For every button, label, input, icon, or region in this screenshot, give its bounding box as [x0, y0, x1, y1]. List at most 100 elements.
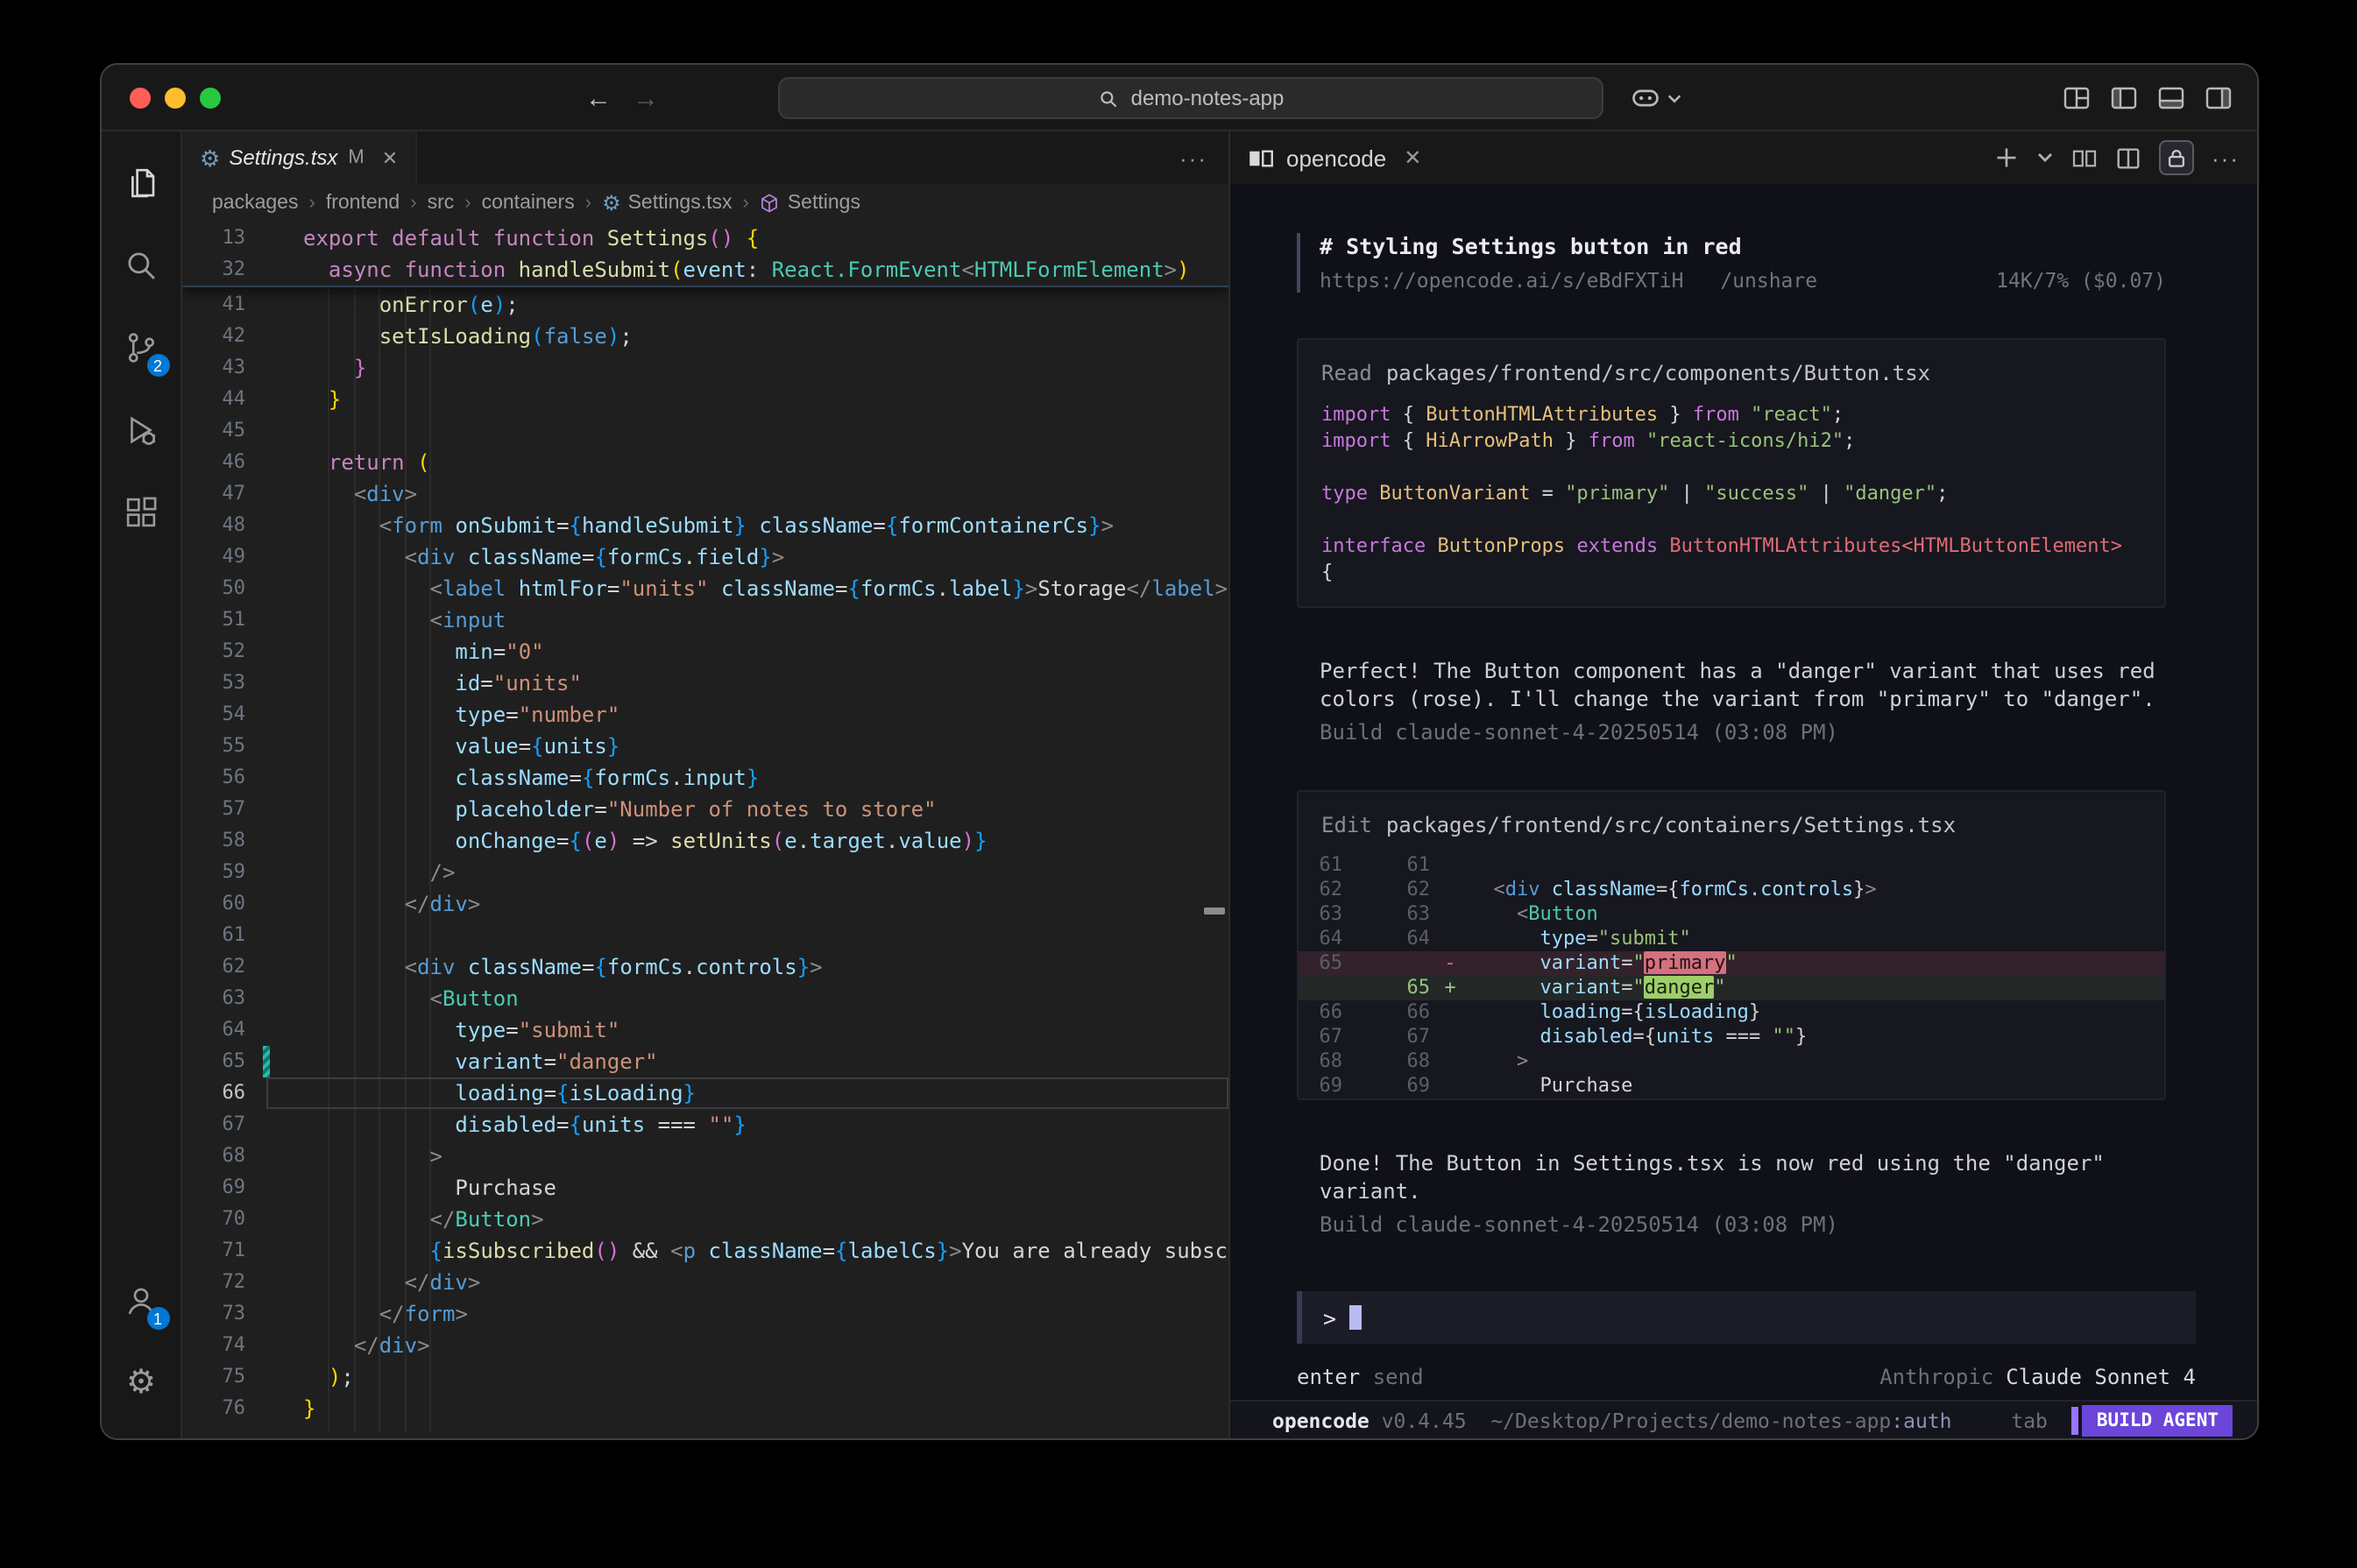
- code-line: 62 <div className={formCs.controls}>: [182, 951, 1228, 983]
- code-line: 65 variant="danger": [182, 1046, 1228, 1077]
- breadcrumb-separator: ›: [464, 193, 471, 214]
- code-line: 60 </div>: [182, 888, 1228, 920]
- assistant-message: Done! The Button in Settings.tsx is now …: [1320, 1149, 2166, 1205]
- breadcrumb-item-settings-tsx[interactable]: ⚙Settings.tsx: [602, 193, 732, 214]
- split-terminal-icon[interactable]: [2115, 145, 2141, 171]
- code-line: 48 <form onSubmit={handleSubmit} classNa…: [182, 510, 1228, 541]
- line-number: 42: [182, 321, 273, 352]
- code-line: 74 </div>: [182, 1330, 1228, 1361]
- tab-bar: ⚙ Settings.tsx M ✕ ···: [182, 131, 1228, 184]
- forward-icon[interactable]: →: [633, 83, 659, 113]
- sidebar-item-run-debug[interactable]: [101, 389, 181, 471]
- close-tab-icon[interactable]: ✕: [382, 146, 398, 169]
- line-number: 59: [182, 857, 273, 888]
- breadcrumb-item-src[interactable]: src: [428, 193, 455, 214]
- back-icon[interactable]: ←: [585, 83, 612, 113]
- breadcrumb-separator: ›: [585, 193, 591, 214]
- tab-hint: tab: [2011, 1408, 2048, 1432]
- breadcrumb-item-settings[interactable]: Settings: [760, 193, 860, 214]
- copilot-menu[interactable]: [1630, 82, 1682, 114]
- assistant-message-line: variant.: [1320, 1177, 2166, 1205]
- code-line: 63 <Button: [182, 983, 1228, 1014]
- line-number: 13: [182, 222, 273, 254]
- code-line: 56 className={formCs.input}: [182, 762, 1228, 794]
- tool-read-block: Readpackages/frontend/src/components/But…: [1297, 338, 2166, 608]
- read-code-line: [1321, 454, 2141, 480]
- share-url[interactable]: https://opencode.ai/s/eBdFXTiH: [1320, 268, 1683, 293]
- sidebar-item-account[interactable]: 1: [101, 1260, 181, 1342]
- account-badge: 1: [146, 1307, 169, 1330]
- prompt-symbol: >: [1323, 1304, 1336, 1331]
- activity-bar-bottom: 1 ⚙: [101, 1260, 181, 1424]
- code-line: 42 setIsLoading(false);: [182, 321, 1228, 352]
- assistant-message-line: colors (rose). I'll change the variant f…: [1320, 685, 2166, 713]
- breadcrumb-item-packages[interactable]: packages: [212, 193, 298, 214]
- line-number: 48: [182, 510, 273, 541]
- layout-controls: [2063, 84, 2233, 112]
- command-center-search[interactable]: demo-notes-app: [778, 77, 1603, 119]
- line-number: 52: [182, 636, 273, 667]
- editor-more-actions[interactable]: ···: [1158, 131, 1228, 184]
- toggle-panel-icon[interactable]: [2157, 84, 2185, 112]
- breadcrumb-separator: ›: [410, 193, 416, 214]
- gutter-modified-indicator: [263, 1046, 270, 1077]
- opencode-status-bar: opencode v0.4.45 ~/Desktop/Projects/demo…: [1230, 1400, 2257, 1438]
- line-number: 69: [182, 1172, 273, 1204]
- line-number: 65: [182, 1046, 273, 1077]
- minimize-window-button[interactable]: [165, 88, 186, 109]
- chevron-down-icon[interactable]: [2036, 149, 2054, 166]
- copilot-icon: [1630, 82, 1661, 114]
- line-number: 46: [182, 447, 273, 478]
- tab-settings-tsx[interactable]: ⚙ Settings.tsx M ✕: [182, 131, 417, 184]
- line-number: 62: [182, 951, 273, 983]
- code-line: 54 type="number": [182, 699, 1228, 731]
- read-code-line: interface ButtonProps extends ButtonHTML…: [1321, 533, 2141, 559]
- assistant-message: Perfect! The Button component has a "dan…: [1320, 657, 2166, 713]
- session-header: # Styling Settings button in red https:/…: [1297, 233, 2166, 293]
- lock-toggle[interactable]: [2159, 140, 2194, 175]
- search-icon: [1098, 87, 1121, 109]
- panel-actions: ···: [1994, 140, 2240, 175]
- customize-layout-icon[interactable]: [2063, 84, 2091, 112]
- terminal-tab-icon[interactable]: [2071, 145, 2098, 171]
- tool-path: packages/frontend/src/containers/Setting…: [1386, 813, 1956, 837]
- prompt-input[interactable]: >: [1297, 1291, 2196, 1344]
- assistant-message-line: Done! The Button in Settings.tsx is now …: [1320, 1149, 2166, 1177]
- close-window-button[interactable]: [130, 88, 151, 109]
- diff-line: 6363 <Button: [1299, 902, 2164, 927]
- more-actions-icon[interactable]: ···: [2212, 145, 2240, 171]
- line-number: 49: [182, 541, 273, 573]
- editor-code-area[interactable]: 41 onError(e);42 setIsLoading(false);43 …: [182, 222, 1228, 1438]
- window-titlebar: ← → demo-notes-app: [102, 65, 2257, 131]
- line-number: 70: [182, 1204, 273, 1235]
- sidebar-item-explorer[interactable]: [101, 142, 181, 224]
- toggle-primary-sidebar-icon[interactable]: [2110, 84, 2138, 112]
- close-panel-icon[interactable]: ✕: [1404, 145, 1421, 170]
- history-nav: ← →: [585, 65, 659, 131]
- line-number: 64: [182, 1014, 273, 1046]
- line-number: 67: [182, 1109, 273, 1141]
- breadcrumb-item-frontend[interactable]: frontend: [326, 193, 400, 214]
- sidebar-item-search[interactable]: [101, 224, 181, 307]
- code-line: 45: [182, 415, 1228, 447]
- toggle-secondary-sidebar-icon[interactable]: [2205, 84, 2233, 112]
- breadcrumb-separator: ›: [308, 193, 315, 214]
- line-number: 47: [182, 478, 273, 510]
- unshare-action[interactable]: /unshare: [1720, 268, 1817, 293]
- code-line: 76}: [182, 1393, 1228, 1424]
- code-line: 43 }: [182, 352, 1228, 384]
- breadcrumb-item-containers[interactable]: containers: [482, 193, 575, 214]
- tool-verb: Read: [1321, 361, 1372, 385]
- read-code-line: [1321, 506, 2141, 533]
- sidebar-item-extensions[interactable]: [101, 471, 181, 554]
- sidebar-item-source-control[interactable]: 2: [101, 307, 181, 389]
- opencode-session[interactable]: # Styling Settings button in red https:/…: [1230, 184, 2257, 1438]
- text-cursor: [1348, 1305, 1361, 1330]
- chevron-down-icon: [1667, 90, 1682, 106]
- new-terminal-icon[interactable]: [1994, 145, 2019, 170]
- sidebar-item-settings[interactable]: ⚙: [101, 1342, 181, 1424]
- zoom-window-button[interactable]: [200, 88, 221, 109]
- agent-mode-badge[interactable]: BUILD AGENT: [2072, 1404, 2233, 1436]
- line-number: 56: [182, 762, 273, 794]
- search-icon: [123, 247, 159, 284]
